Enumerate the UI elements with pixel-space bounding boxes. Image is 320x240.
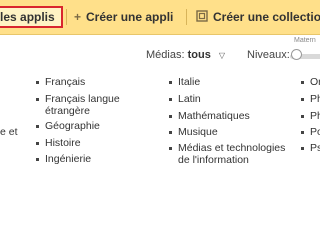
toolbar-divider [66, 9, 67, 25]
subject-link[interactable]: Ingénierie [36, 153, 91, 165]
subject-link[interactable]: Ph [301, 93, 320, 105]
bullet-icon [36, 125, 39, 128]
create-app-button[interactable]: + Créer une appli [74, 0, 173, 34]
subject-label: Mathématiques [178, 110, 250, 122]
top-toolbar: les applis + Créer une appli Créer une c… [0, 0, 320, 35]
bullet-icon [36, 81, 39, 84]
bullet-icon [301, 147, 304, 150]
slider-caption: Matern [294, 37, 316, 44]
bullet-icon [169, 81, 172, 84]
bullet-icon [169, 131, 172, 134]
bullet-icon [169, 115, 172, 118]
media-filter[interactable]: Médias: tous ▽ [146, 49, 225, 61]
subject-link[interactable]: Ps [301, 142, 320, 154]
subject-label: Histoire [45, 137, 81, 149]
levels-slider-handle[interactable] [291, 49, 302, 60]
subject-link[interactable]: Géographie [36, 120, 100, 132]
subject-label: Musique [178, 126, 218, 138]
bullet-icon [36, 158, 39, 161]
subject-label: Français langue étrangère [45, 93, 120, 117]
bullet-icon [36, 98, 39, 101]
create-collection-label: Créer une collection [213, 10, 320, 24]
levels-label: Niveaux: [247, 49, 290, 61]
subject-link[interactable]: Musique [169, 126, 218, 138]
create-collection-button[interactable]: Créer une collection [196, 0, 320, 34]
tab-all-apps-label: les applis [0, 10, 55, 24]
bullet-icon [301, 98, 304, 101]
bullet-icon [301, 115, 304, 118]
subject-label: Français [45, 76, 86, 88]
subject-label: Ingénierie [45, 153, 92, 165]
subject-link[interactable]: Français langue étrangère [36, 93, 137, 117]
subject-link[interactable]: Histoire [36, 137, 81, 149]
create-app-label: Créer une appli [86, 10, 174, 24]
subject-link[interactable]: e et [0, 126, 18, 138]
subject-label: Géographie [45, 120, 100, 132]
subject-label: Médias et technologies de l'information [178, 142, 286, 166]
collection-icon [196, 9, 208, 25]
toolbar-divider [186, 9, 187, 25]
subject-label: Ph [310, 110, 320, 122]
bullet-icon [301, 81, 304, 84]
subject-link[interactable]: Or [301, 76, 320, 88]
subject-link[interactable]: Mathématiques [169, 110, 250, 122]
subject-link[interactable]: Ph [301, 110, 320, 122]
subject-label: Po [310, 126, 320, 138]
media-filter-label: Médias: [146, 49, 185, 61]
subject-label: Latin [178, 93, 201, 105]
bullet-icon [301, 131, 304, 134]
subject-label: Ph [310, 93, 320, 105]
subject-link[interactable]: Français [36, 76, 85, 88]
subject-label: Ps [310, 142, 320, 154]
subject-link[interactable]: Italie [169, 76, 200, 88]
subject-link[interactable]: Latin [169, 93, 201, 105]
chevron-down-icon: ▽ [218, 51, 226, 60]
subject-label: e et [0, 126, 18, 138]
subject-label: Italie [178, 76, 201, 88]
bullet-icon [169, 147, 172, 150]
plus-icon: + [74, 10, 82, 24]
bullet-icon [36, 142, 39, 145]
tab-all-apps[interactable]: les applis [0, 6, 63, 28]
bullet-icon [169, 98, 172, 101]
media-filter-value: tous [187, 49, 211, 61]
subject-link[interactable]: Médias et technologies de l'information [169, 142, 296, 166]
subject-label: Or [310, 76, 320, 88]
subject-link[interactable]: Po [301, 126, 320, 138]
